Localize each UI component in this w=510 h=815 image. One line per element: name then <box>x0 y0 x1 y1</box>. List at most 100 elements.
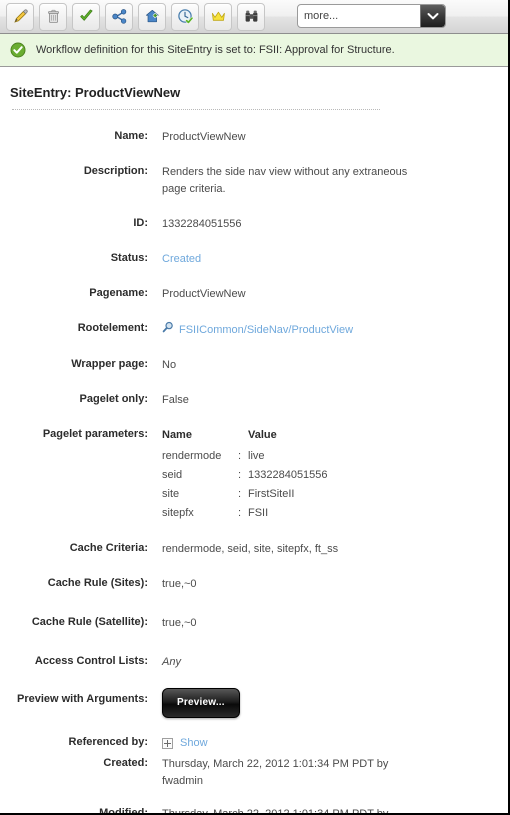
field-wrapper-page-label: Wrapper page: <box>71 358 148 370</box>
field-modified: Modified: Thursday, March 22, 2012 1:01:… <box>0 806 508 813</box>
check-icon <box>78 8 95 25</box>
field-id-label: ID: <box>133 217 148 229</box>
field-pagelet-only-label: Pagelet only: <box>79 393 148 405</box>
field-access-control-lists: Access Control Lists: Any <box>0 654 508 671</box>
field-name-label: Name: <box>114 130 148 142</box>
field-cache-criteria-value: rendermode, seid, site, sitepfx, ft_ss <box>162 543 339 555</box>
field-status: Status: Created <box>0 251 508 268</box>
inspect-button[interactable] <box>237 2 265 31</box>
param-name: seid <box>162 469 183 481</box>
referenced-by-show-link[interactable]: Show <box>180 735 208 752</box>
delete-button[interactable] <box>39 2 67 31</box>
field-name-value: ProductViewNew <box>162 131 246 143</box>
field-description: Description: Renders the side nav view w… <box>0 164 508 198</box>
field-cache-rule-satellite: Cache Rule (Satellite): true,~0 <box>0 615 508 632</box>
param-sep: : <box>238 469 242 481</box>
field-status-label: Status: <box>110 252 148 264</box>
trash-icon <box>45 8 62 25</box>
field-cache-rule-satellite-label: Cache Rule (Satellite): <box>31 616 148 628</box>
field-pagename-value: ProductViewNew <box>162 288 246 300</box>
field-cache-criteria: Cache Criteria: rendermode, seid, site, … <box>0 541 508 558</box>
field-name: Name: ProductViewNew <box>0 129 508 146</box>
field-created-line-2: fwadmin <box>162 775 203 787</box>
table-header-row: Name Value <box>162 427 328 449</box>
param-value: live <box>248 450 265 462</box>
field-description-value: Renders the side nav view without any ex… <box>162 164 407 198</box>
field-access-control-lists-label: Access Control Lists: <box>34 655 148 667</box>
field-modified-line-1: Thursday, March 22, 2012 1:01:34 PM PDT … <box>162 806 388 813</box>
field-pagename-label: Pagename: <box>89 287 148 299</box>
field-pagename: Pagename: ProductViewNew <box>0 286 508 303</box>
page-title: SiteEntry: ProductViewNew <box>10 85 181 100</box>
expand-plus-icon[interactable] <box>162 738 173 749</box>
field-pagelet-parameters-label: Pagelet parameters: <box>42 428 148 440</box>
field-wrapper-page: Wrapper page: No <box>0 357 508 374</box>
param-value: 1332284051556 <box>248 469 328 481</box>
status-link[interactable]: Created <box>162 253 201 265</box>
field-pagelet-parameters: Pagelet parameters: Name Value rendermod… <box>0 427 508 525</box>
field-description-line-2: page criteria. <box>162 183 226 195</box>
table-row: seid : 1332284051556 <box>162 468 328 487</box>
clock-check-icon <box>177 8 194 25</box>
detail-panel: SiteEntry: ProductViewNew Name: ProductV… <box>0 67 508 813</box>
field-cache-rule-satellite-value: true,~0 <box>162 617 197 629</box>
rootelement-link[interactable]: FSIICommon/SideNav/ProductView <box>179 322 353 339</box>
binoculars-icon <box>243 8 260 25</box>
edit-icon <box>12 8 29 25</box>
field-modified-label: Modified: <box>99 807 148 813</box>
param-sep: : <box>238 507 242 519</box>
more-dropdown-control[interactable]: more... <box>297 4 446 28</box>
field-cache-rule-sites-value: true,~0 <box>162 578 197 590</box>
field-created-line-1: Thursday, March 22, 2012 1:01:34 PM PDT … <box>162 758 389 770</box>
param-name: rendermode <box>162 450 222 462</box>
field-cache-rule-sites-label: Cache Rule (Sites): <box>47 577 148 589</box>
toolbar: more... <box>0 0 508 34</box>
field-cache-rule-sites: Cache Rule (Sites): true,~0 <box>0 576 508 593</box>
field-id: ID: 1332284051556 <box>0 216 508 233</box>
crown-button[interactable] <box>204 2 232 31</box>
field-rootelement: Rootelement: FSIICommon/SideNav/ProductV… <box>0 321 508 339</box>
workflow-notice-bar: Workflow definition for this SiteEntry i… <box>0 34 508 67</box>
edit-button[interactable] <box>6 2 34 31</box>
siteentry-inspector-window: more... Workflow definition for this Sit… <box>0 0 510 815</box>
param-name: site <box>162 488 180 500</box>
table-row: sitepfx : FSII <box>162 506 328 525</box>
field-pagelet-only: Pagelet only: False <box>0 392 508 409</box>
column-header-name: Name <box>162 429 192 441</box>
field-preview-with-arguments-label: Preview with Arguments: <box>16 693 148 705</box>
magnifier-icon <box>162 321 174 339</box>
table-row: site : FirstSiteII <box>162 487 328 506</box>
field-description-label: Description: <box>83 165 148 177</box>
param-sep: : <box>238 450 242 462</box>
title-divider <box>12 109 380 111</box>
field-wrapper-page-value: No <box>162 359 177 371</box>
approve-button[interactable] <box>72 2 100 31</box>
column-header-value: Value <box>248 429 277 441</box>
field-rootelement-label: Rootelement: <box>77 322 148 334</box>
preview-button[interactable]: Preview... <box>162 688 240 718</box>
field-pagelet-only-value: False <box>162 394 189 406</box>
crown-icon <box>210 8 227 25</box>
more-dropdown[interactable]: more... <box>297 4 446 28</box>
add-to-site-button[interactable] <box>138 2 166 31</box>
more-dropdown-selected-value: more... <box>304 10 339 22</box>
field-cache-criteria-label: Cache Criteria: <box>69 542 148 554</box>
field-referenced-by-label: Referenced by: <box>68 736 148 748</box>
home-add-icon <box>144 8 161 25</box>
share-button[interactable] <box>105 2 133 31</box>
param-sep: : <box>238 488 242 500</box>
column-header-sep <box>238 427 248 449</box>
schedule-button[interactable] <box>171 2 199 31</box>
table-row: rendermode : live <box>162 449 328 468</box>
field-description-line-1: Renders the side nav view without any ex… <box>162 166 408 178</box>
field-created: Created: Thursday, March 22, 2012 1:01:3… <box>0 756 508 790</box>
share-icon <box>111 8 128 25</box>
param-name: sitepfx <box>162 507 194 519</box>
field-preview-with-arguments: Preview with Arguments: Preview... <box>0 688 508 718</box>
param-value: FSII <box>248 507 269 519</box>
field-access-control-lists-value: Any <box>162 656 181 668</box>
chevron-down-icon[interactable] <box>420 5 445 27</box>
field-referenced-by: Referenced by: Show <box>0 735 508 752</box>
param-value: FirstSiteII <box>248 488 295 500</box>
success-check-icon <box>10 42 26 58</box>
